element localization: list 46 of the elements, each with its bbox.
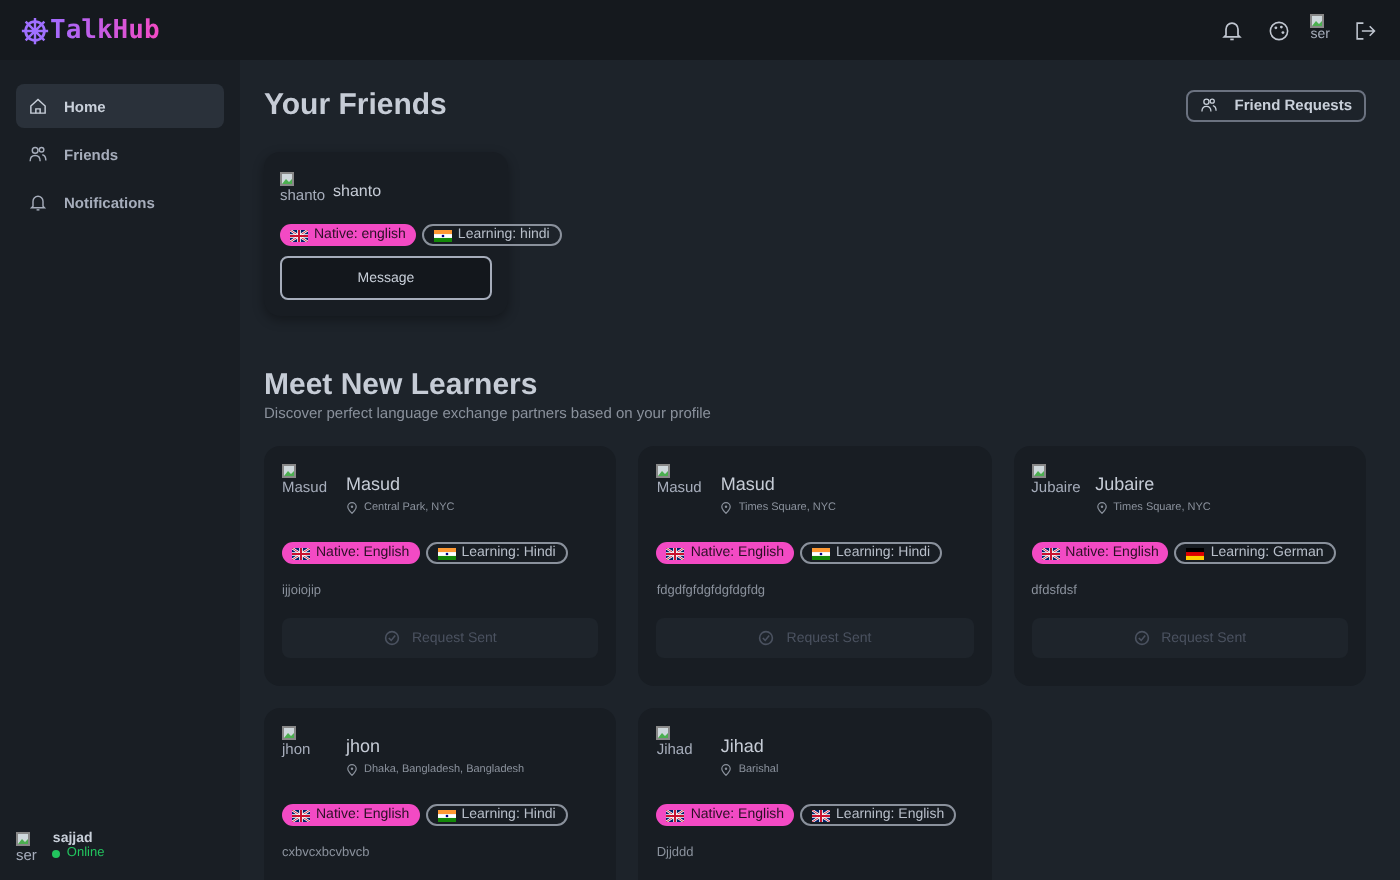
status-dot — [52, 849, 61, 857]
people-icon — [28, 144, 48, 164]
wheel-logo-icon — [20, 15, 50, 45]
broken-image-icon — [656, 726, 671, 740]
broken-image-icon — [16, 832, 30, 846]
location-pin-icon — [720, 502, 733, 514]
palette-icon[interactable] — [1268, 19, 1291, 41]
flag-icon — [437, 809, 456, 821]
bell-icon — [28, 192, 48, 212]
app-logo[interactable]: TalkHub — [50, 15, 160, 45]
flag-icon — [1041, 547, 1060, 559]
broken-image-icon — [282, 464, 296, 478]
flag-icon — [666, 809, 685, 821]
friend-name: shanto — [333, 182, 382, 200]
section-title: Meet New Learners — [264, 368, 540, 402]
people-icon — [1200, 96, 1219, 114]
location-pin-icon — [1095, 502, 1108, 514]
flag-icon — [812, 547, 831, 559]
learner-name: Masud — [720, 474, 777, 494]
broken-image-icon — [656, 464, 671, 478]
flag-icon — [292, 809, 310, 821]
home-icon — [28, 96, 48, 116]
learner-name: Jubaire — [1095, 474, 1157, 494]
bell-icon[interactable] — [1220, 18, 1245, 42]
broken-image-icon — [1310, 14, 1325, 29]
broken-image-icon — [280, 172, 294, 186]
location-pin-icon — [346, 502, 358, 514]
section-title: Your Friends — [264, 88, 447, 122]
check-circle-icon — [758, 630, 775, 646]
logout-icon[interactable] — [1354, 19, 1376, 41]
learner-name: Jihad — [720, 736, 766, 756]
check-circle-icon — [1133, 630, 1150, 646]
broken-image-icon — [1031, 464, 1046, 478]
flag-icon — [666, 547, 685, 559]
check-circle-icon — [383, 630, 400, 646]
learner-name: jhon — [346, 736, 383, 756]
flag-icon — [292, 547, 310, 559]
flag-icon — [290, 229, 308, 241]
broken-image-icon — [282, 726, 296, 740]
flag-icon — [437, 547, 456, 559]
location-pin-icon — [346, 764, 358, 776]
flag-icon — [812, 809, 831, 821]
flag-icon — [1186, 547, 1205, 559]
learner-name: Masud — [346, 474, 403, 494]
flag-icon — [433, 229, 452, 241]
location-pin-icon — [720, 764, 733, 776]
